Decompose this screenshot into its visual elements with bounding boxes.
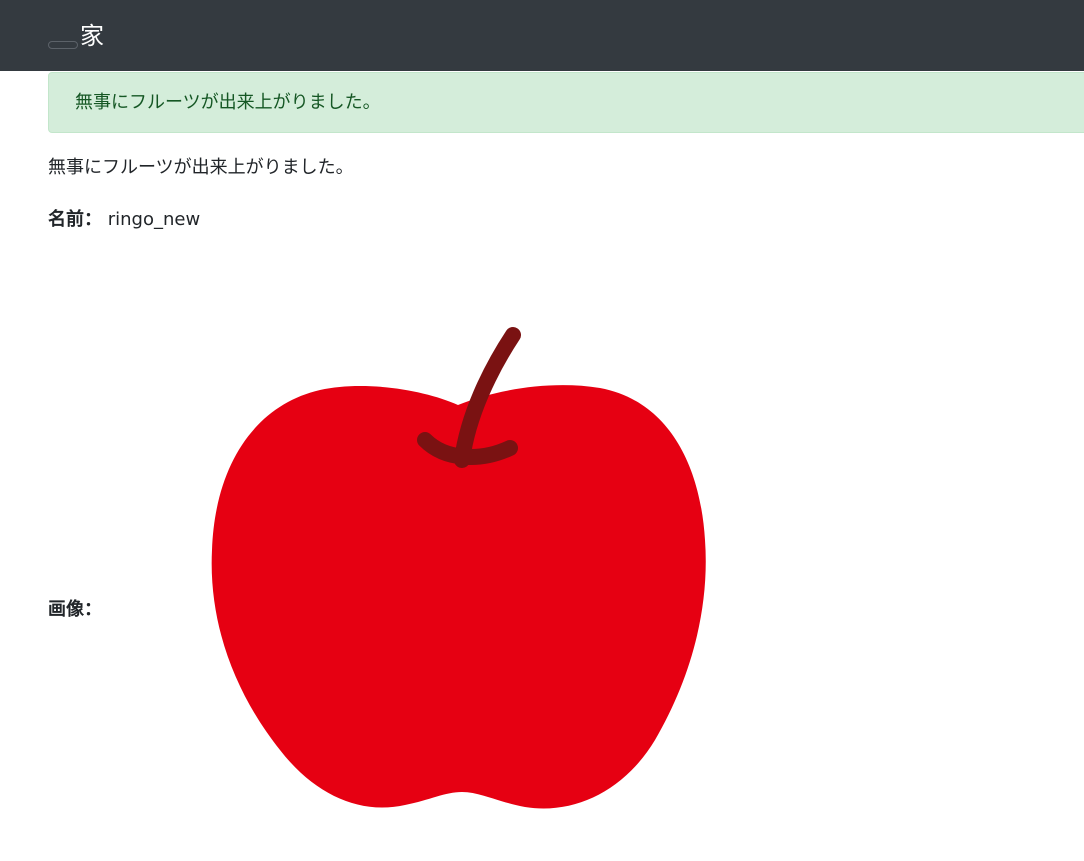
fruit-name-field: 名前： ringo_new xyxy=(48,206,200,234)
fruit-image-field: 画像： xyxy=(48,596,102,624)
name-label: 名前： xyxy=(48,209,102,230)
name-value: ringo_new xyxy=(107,209,201,230)
apple-image xyxy=(211,327,706,809)
navbar-brand-link[interactable]: 家 xyxy=(80,21,104,51)
notice-text: 無事にフルーツが出来上がりました。 xyxy=(48,157,354,178)
navbar: 家 xyxy=(0,0,1084,71)
navbar-toggler-button[interactable] xyxy=(48,41,78,49)
success-alert: 無事にフルーツが出来上がりました。 xyxy=(48,72,1084,133)
image-label: 画像： xyxy=(48,599,102,620)
